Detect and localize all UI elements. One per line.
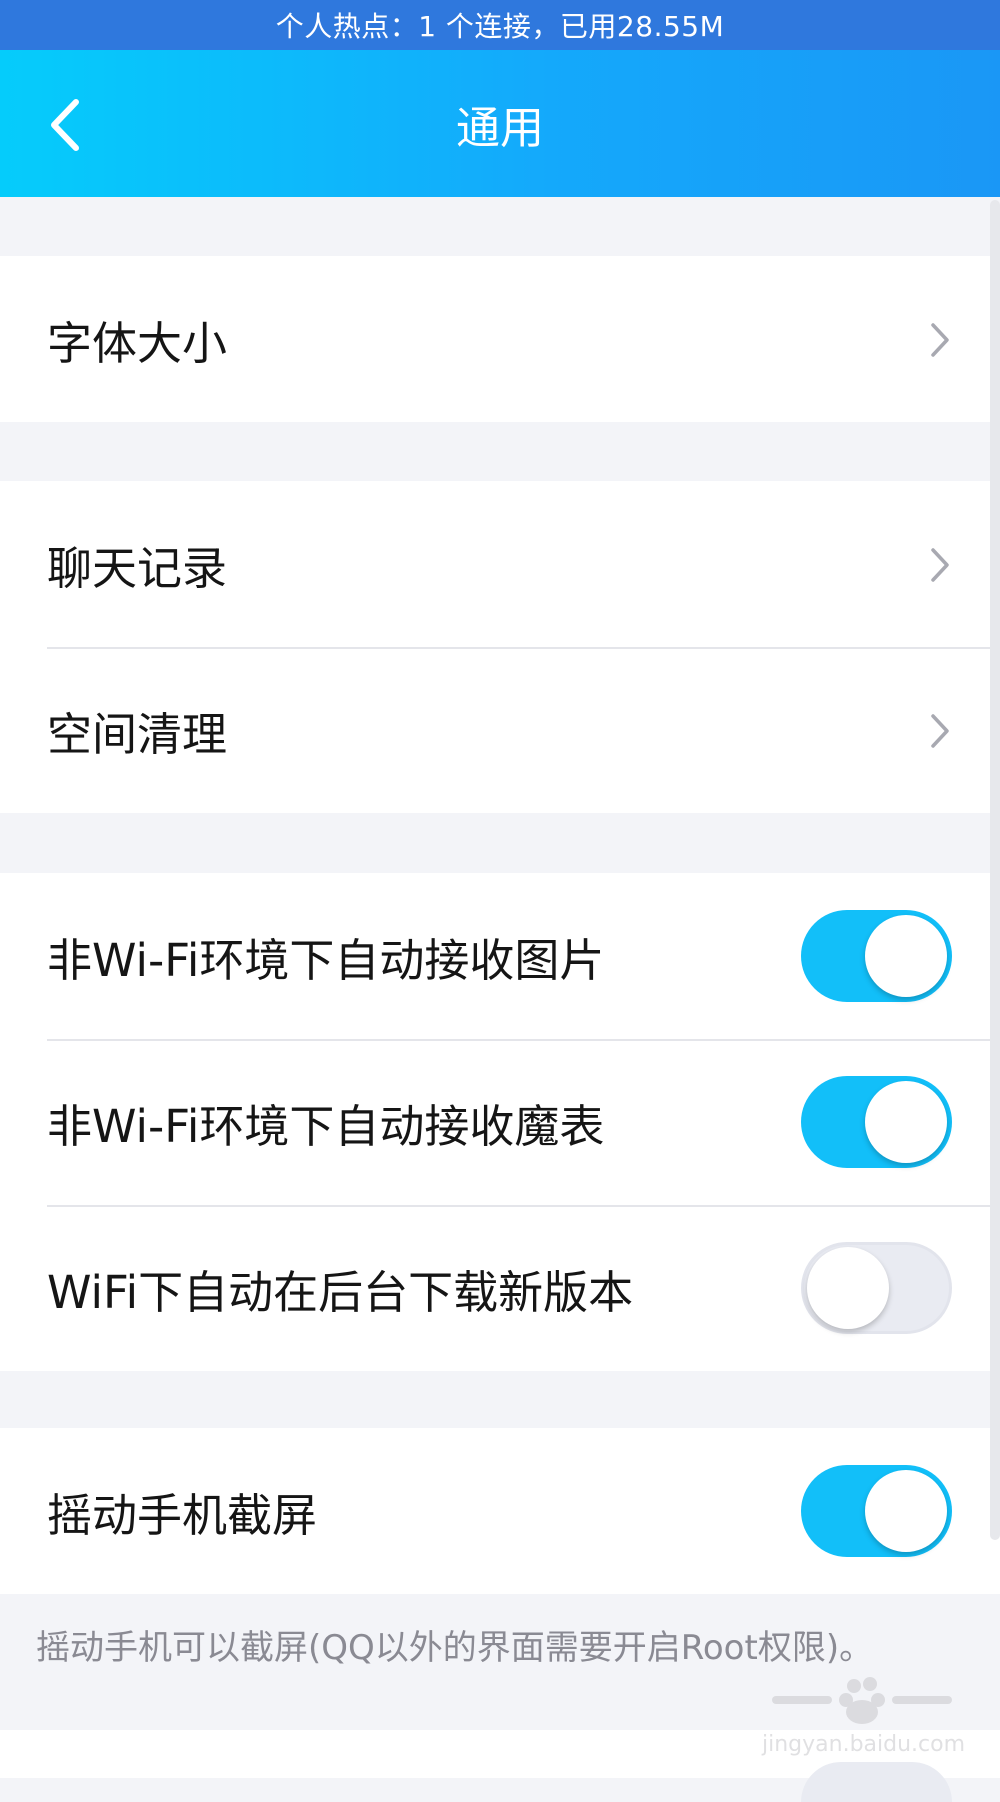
chevron-right-icon <box>928 320 952 360</box>
toggle-knob <box>807 1247 889 1329</box>
title-bar: 通用 <box>0 50 1000 197</box>
space-cleanup-row[interactable]: 空间清理 <box>0 647 1000 813</box>
shake-section: 摇动手机截屏 <box>0 1428 1000 1594</box>
watermark-text: jingyan.baidu.com <box>762 1732 966 1757</box>
font-section: 字体大小 <box>0 256 1000 422</box>
auto-download-update-row: WiFi下自动在后台下载新版本 <box>0 1205 1000 1371</box>
shake-screenshot-toggle[interactable] <box>801 1465 952 1557</box>
chevron-right-icon <box>928 711 952 751</box>
toggle-knob <box>865 1081 947 1163</box>
auto-receive-effects-label: 非Wi-Fi环境下自动接收魔表 <box>47 1099 605 1153</box>
status-bar: 个人热点：1 个连接，已用28.55M <box>0 0 1000 50</box>
auto-receive-images-row: 非Wi-Fi环境下自动接收图片 <box>0 873 1000 1039</box>
page-title: 通用 <box>456 102 544 154</box>
auto-receive-images-label: 非Wi-Fi环境下自动接收图片 <box>47 933 605 987</box>
network-section: 非Wi-Fi环境下自动接收图片 非Wi-Fi环境下自动接收魔表 WiFi下自动在… <box>0 873 1000 1371</box>
shake-screenshot-footnote: 摇动手机可以截屏(QQ以外的界面需要开启Root权限)。 <box>36 1628 874 1668</box>
auto-receive-images-toggle[interactable] <box>801 910 952 1002</box>
toggle-knob <box>865 915 947 997</box>
chat-history-label: 聊天记录 <box>47 541 228 595</box>
storage-section: 聊天记录 空间清理 <box>0 481 1000 813</box>
shake-screenshot-row: 摇动手机截屏 <box>0 1428 1000 1594</box>
hotspot-status-text: 个人热点：1 个连接，已用28.55M <box>275 10 725 43</box>
auto-receive-effects-row: 非Wi-Fi环境下自动接收魔表 <box>0 1039 1000 1205</box>
auto-download-update-label: WiFi下自动在后台下载新版本 <box>47 1265 634 1319</box>
scrollbar[interactable] <box>990 200 1000 1540</box>
auto-download-update-toggle[interactable] <box>801 1242 952 1334</box>
auto-receive-effects-toggle[interactable] <box>801 1076 952 1168</box>
font-size-label: 字体大小 <box>47 316 228 370</box>
shake-screenshot-label: 摇动手机截屏 <box>47 1488 318 1542</box>
space-cleanup-label: 空间清理 <box>47 707 228 761</box>
chevron-right-icon <box>928 545 952 585</box>
font-size-row[interactable]: 字体大小 <box>0 256 1000 422</box>
baidu-watermark-logo: jingyan.baidu.com <box>762 1672 966 1762</box>
partial-toggle[interactable] <box>801 1762 952 1802</box>
toggle-knob <box>865 1470 947 1552</box>
chat-history-row[interactable]: 聊天记录 <box>0 481 1000 647</box>
